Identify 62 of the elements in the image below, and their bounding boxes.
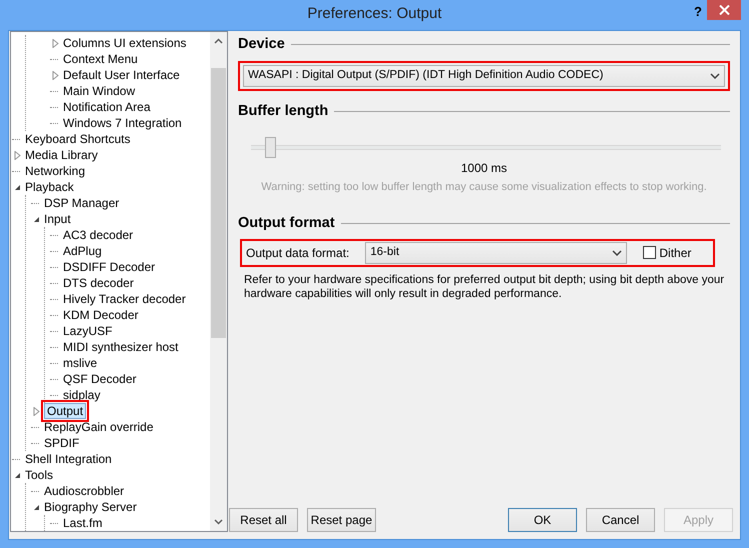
tree-item[interactable]: DSDIFF Decoder bbox=[60, 259, 158, 275]
window-title: Preferences: Output bbox=[307, 4, 442, 24]
close-icon bbox=[718, 5, 730, 15]
tree-item[interactable]: mslive bbox=[60, 355, 100, 371]
dialog-button[interactable]: Cancel bbox=[586, 508, 655, 532]
tree-item[interactable]: Notification Area bbox=[60, 99, 154, 115]
tree-item[interactable]: AdPlug bbox=[60, 243, 105, 259]
tree-item[interactable]: MIDI synthesizer host bbox=[60, 339, 182, 355]
tree-item[interactable]: Audioscrobbler bbox=[41, 483, 128, 499]
collapse-icon[interactable] bbox=[14, 182, 20, 192]
section-heading: Output format bbox=[238, 214, 335, 233]
tree-item[interactable]: AC3 decoder bbox=[60, 227, 136, 243]
hint-text: Refer to your hardware specifications for preferred output bit depth; using bit depth above your hardware capabilities will only result in degraded performance. bbox=[244, 274, 724, 300]
tree-item[interactable]: Last.fm bbox=[60, 515, 106, 531]
buffer-reading: 1000 ms bbox=[460, 160, 508, 174]
tree-item[interactable]: Playback bbox=[22, 179, 77, 195]
close-button[interactable] bbox=[707, 0, 741, 20]
section-heading: Buffer length bbox=[238, 102, 328, 121]
tree-item[interactable]: Hively Tracker decoder bbox=[60, 291, 189, 307]
scrollbar-thumb[interactable] bbox=[211, 68, 226, 338]
tree-item[interactable]: sidplay bbox=[60, 387, 104, 403]
tree-item[interactable]: Output bbox=[44, 403, 86, 419]
tree-item[interactable]: Input bbox=[41, 211, 74, 227]
section-heading: Device bbox=[238, 35, 285, 54]
tree-item[interactable]: ReplayGain override bbox=[41, 419, 156, 435]
collapse-icon[interactable] bbox=[14, 470, 20, 480]
help-button[interactable]: ? bbox=[694, 2, 702, 22]
collapse-icon[interactable] bbox=[32, 502, 40, 512]
tree-item[interactable]: QSF Decoder bbox=[60, 371, 140, 387]
tree-item[interactable]: Shell Integration bbox=[22, 451, 115, 467]
dither-checkbox[interactable]: Dither bbox=[643, 244, 692, 262]
tree-item[interactable]: Networking bbox=[22, 163, 88, 179]
scroll-up-icon[interactable] bbox=[214, 38, 223, 44]
tree-item[interactable]: Context Menu bbox=[60, 51, 141, 67]
collapse-icon[interactable] bbox=[32, 214, 40, 224]
device-dropdown[interactable]: WASAPI : Digital Output (S/PDIF) (IDT High Definition Audio CODEC) bbox=[243, 64, 725, 87]
expand-icon[interactable] bbox=[32, 406, 40, 416]
tree-item[interactable]: KDM Decoder bbox=[60, 307, 142, 323]
format-dropdown[interactable]: 16-bit bbox=[365, 242, 628, 264]
tree-item[interactable]: DTS decoder bbox=[60, 275, 137, 291]
tree-item[interactable]: Main Window bbox=[60, 83, 138, 99]
expand-icon[interactable] bbox=[52, 38, 58, 48]
tree-item[interactable]: Default User Interface bbox=[60, 67, 183, 83]
expand-icon[interactable] bbox=[52, 70, 58, 80]
tree-item[interactable]: SPDIF bbox=[41, 435, 82, 451]
tree-item[interactable]: Keyboard Shortcuts bbox=[22, 131, 134, 147]
scroll-down-icon[interactable] bbox=[214, 519, 223, 525]
warning-text: Warning: setting too low buffer length may cause some visualization effects to stop working. bbox=[261, 180, 707, 192]
tree-item[interactable]: LazyUSF bbox=[60, 323, 116, 339]
expand-icon[interactable] bbox=[14, 150, 20, 160]
dialog-button[interactable]: Reset page bbox=[307, 508, 376, 532]
dialog-button[interactable]: Reset all bbox=[229, 508, 298, 532]
dialog-button[interactable]: OK bbox=[508, 508, 577, 532]
tree-item[interactable]: Biography Server bbox=[41, 499, 140, 515]
tree-item[interactable]: Windows 7 Integration bbox=[60, 115, 185, 131]
scrollbar[interactable] bbox=[210, 32, 227, 531]
field-label: Output data format: bbox=[246, 244, 350, 262]
slider-thumb[interactable] bbox=[264, 136, 276, 158]
tree-item[interactable]: Tools bbox=[22, 467, 56, 483]
tree-item[interactable]: DSP Manager bbox=[41, 195, 122, 211]
tree-item[interactable]: Media Library bbox=[22, 147, 101, 163]
tree-item[interactable]: Columns UI extensions bbox=[60, 35, 190, 51]
